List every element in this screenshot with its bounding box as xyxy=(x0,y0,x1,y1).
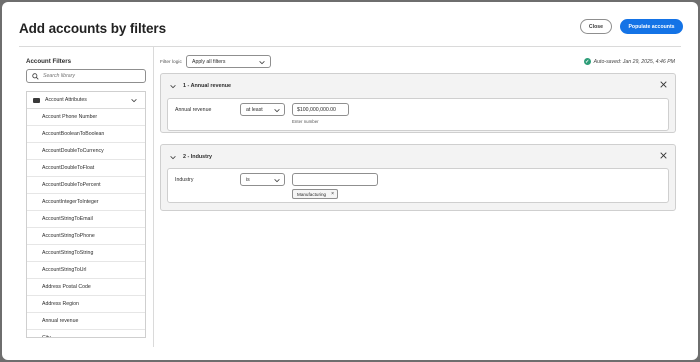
sidebar-title: Account Filters xyxy=(26,58,72,65)
tree-group-label: Account Attributes xyxy=(45,97,87,103)
filter-heading: 2 - Industry xyxy=(183,154,213,160)
filter-logic-value: Apply all filters xyxy=(192,58,226,65)
tree-item[interactable]: Address Region xyxy=(27,296,145,313)
autosave-text: Auto-saved: Jan 29, 2025, 4:46 PM xyxy=(593,58,675,65)
operator-select[interactable]: at least xyxy=(240,103,285,116)
tree-item[interactable]: City xyxy=(27,330,145,337)
selected-tag: Manufacturing × xyxy=(292,189,339,199)
checkmark-icon: ✓ xyxy=(583,58,591,65)
tag-label: Manufacturing xyxy=(297,191,327,197)
help-text: Enter number xyxy=(292,119,319,124)
tree-item[interactable]: Account Phone Number xyxy=(27,109,145,126)
value-input[interactable] xyxy=(292,173,378,186)
filter-field-label: Industry xyxy=(175,177,194,183)
filter-logic-select[interactable]: Apply all filters xyxy=(186,55,271,68)
tree-item[interactable]: AccountStringToEmail xyxy=(27,211,145,228)
dialog: Add accounts by filters Close Populate a… xyxy=(2,2,698,360)
chevron-down-icon[interactable] xyxy=(131,98,137,103)
tree-item[interactable]: AccountDoubleToPercent xyxy=(27,177,145,194)
filter-header[interactable]: 1 - Annual revenue xyxy=(170,83,231,89)
chevron-down-icon xyxy=(259,61,265,65)
attribute-tree: Account Attributes Account Phone Number … xyxy=(26,91,146,338)
filter-header[interactable]: 2 - Industry xyxy=(170,154,212,160)
tree-item[interactable]: AccountDoubleToFloat xyxy=(27,160,145,177)
close-button[interactable]: Close xyxy=(580,19,612,34)
dialog-title: Add accounts by filters xyxy=(19,21,166,36)
close-icon[interactable] xyxy=(660,81,667,88)
close-icon[interactable] xyxy=(660,152,667,159)
search-icon xyxy=(32,72,39,80)
tree-item[interactable]: Address Postal Code xyxy=(27,279,145,296)
tree-item[interactable]: AccountBooleanToBoolean xyxy=(27,126,145,143)
filter-canvas: Filter logic Apply all filters ✓ Auto-sa… xyxy=(158,47,681,347)
operator-value: at least xyxy=(246,106,263,113)
value-input[interactable]: $100,000,000.00 xyxy=(292,103,349,116)
filter-card: 1 - Annual revenue Annual revenue at lea… xyxy=(160,73,676,133)
operator-value: is xyxy=(246,176,250,183)
chevron-down-icon xyxy=(274,179,280,183)
autosave-status: ✓ Auto-saved: Jan 29, 2025, 4:46 PM xyxy=(583,58,675,65)
chevron-down-icon xyxy=(274,109,280,113)
filter-logic-label: Filter logic xyxy=(160,60,182,65)
filter-body: Annual revenue at least $100,000,000.00 … xyxy=(167,98,669,131)
populate-accounts-button[interactable]: Populate accounts xyxy=(620,19,683,34)
tree-item[interactable]: AccountDoubleToCurrency xyxy=(27,143,145,160)
tree-item[interactable]: AccountStringToString xyxy=(27,245,145,262)
filter-card: 2 - Industry Industry is Manufacturing × xyxy=(160,144,676,211)
tree-item[interactable]: AccountIntegerToInteger xyxy=(27,194,145,211)
filter-heading: 1 - Annual revenue xyxy=(183,83,232,89)
search-input[interactable] xyxy=(43,73,143,79)
tree-item[interactable]: AccountStringToPhone xyxy=(27,228,145,245)
operator-select[interactable]: is xyxy=(240,173,285,186)
chevron-down-icon[interactable] xyxy=(170,84,176,89)
tree-group-header[interactable]: Account Attributes xyxy=(27,92,145,109)
tree-item[interactable]: Annual revenue xyxy=(27,313,145,330)
remove-tag-icon[interactable]: × xyxy=(331,191,334,197)
folder-icon xyxy=(33,97,40,103)
filters-sidebar: Account Filters Account Attributes Accou… xyxy=(19,47,154,347)
search-box[interactable] xyxy=(26,69,146,83)
filter-field-label: Annual revenue xyxy=(175,107,212,113)
chevron-down-icon[interactable] xyxy=(170,155,176,160)
filter-body: Industry is Manufacturing × xyxy=(167,168,669,203)
tree-item[interactable]: AccountStringToUrl xyxy=(27,262,145,279)
